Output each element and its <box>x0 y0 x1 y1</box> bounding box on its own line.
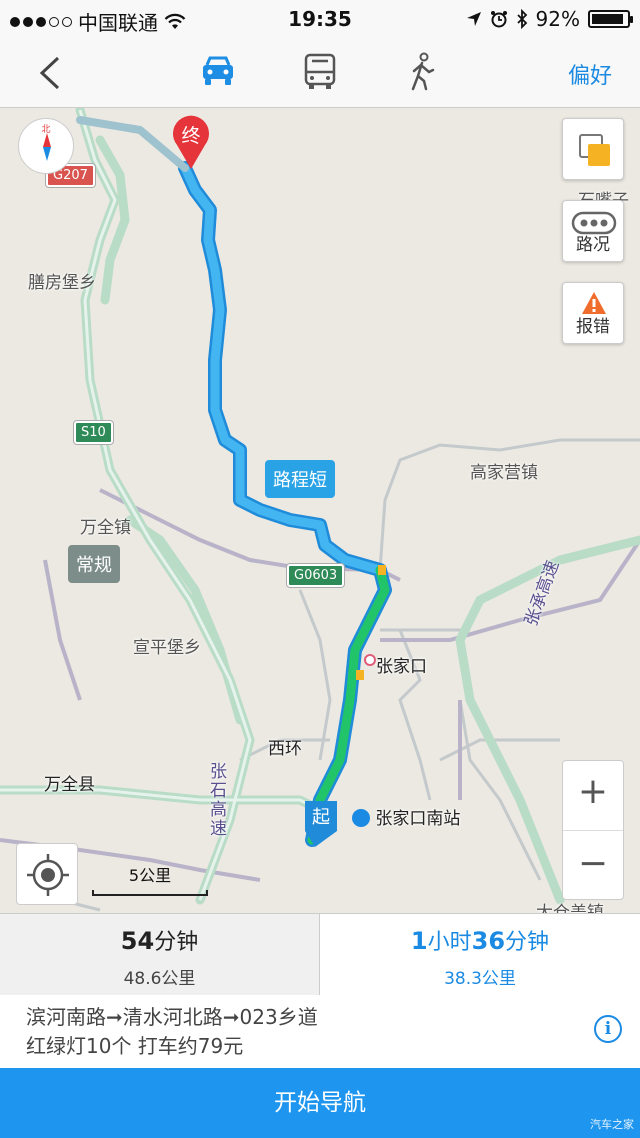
crosshair-icon <box>27 854 69 896</box>
map-label-dahezhen: 大仓盖镇 <box>536 903 604 914</box>
destination-pin: 终 <box>171 115 211 171</box>
map-label-wanquan-xian: 万全县 <box>44 775 95 795</box>
map-scale: 5公里 <box>92 862 208 896</box>
location-arrow-icon <box>466 12 481 26</box>
info-icon[interactable]: i <box>594 1015 622 1043</box>
road-shield-s10: S10 <box>74 421 113 444</box>
route-roads: 滨河南路➞清水河北路➞023乡道 <box>26 1005 318 1029</box>
road-shield-g0603: G0603 <box>287 564 345 587</box>
map-label-zhangjiakou: 张家口 <box>376 657 427 677</box>
traffic-button[interactable]: 路况 <box>562 200 624 262</box>
route-tag-luchengduan[interactable]: 路程短 <box>265 460 335 498</box>
route-options: 54分钟 48.6公里 1小时36分钟 38.3公里 <box>0 913 640 996</box>
bus-icon[interactable] <box>300 52 340 92</box>
layers-icon <box>579 134 610 166</box>
route-tag-changgui[interactable]: 常规 <box>68 545 120 583</box>
battery-percent: 92% <box>535 7 580 31</box>
map-view[interactable]: 膳房堡乡 万全镇 宣平堡乡 万全县 高家营镇 张家口 西环 张石高速 张承高速 … <box>0 108 640 914</box>
map-label-xuanping: 宣平堡乡 <box>133 638 201 658</box>
route-option-1[interactable]: 54分钟 48.6公里 <box>0 914 320 996</box>
zoom-control: + − <box>562 760 624 900</box>
start-navigation-button[interactable]: 开始导航 <box>0 1068 640 1138</box>
map-canvas <box>0 108 640 912</box>
map-label-xihuan: 西环 <box>268 739 302 759</box>
map-label-shanfang: 膳房堡乡 <box>28 273 96 293</box>
locate-me-button[interactable] <box>16 843 78 905</box>
compass-icon <box>43 133 51 161</box>
train-station-icon <box>352 809 370 827</box>
alarm-icon <box>490 11 507 28</box>
map-label-zhangshi: 张石高速 <box>210 762 227 839</box>
back-button[interactable] <box>36 56 66 90</box>
map-label-gaojiaying: 高家营镇 <box>470 463 538 483</box>
battery-icon <box>588 10 633 28</box>
bluetooth-icon <box>516 9 527 29</box>
map-label-wanquan-zhen: 万全镇 <box>80 518 131 538</box>
nav-bar: 偏好 <box>0 38 640 108</box>
preferences-button[interactable]: 偏好 <box>568 58 612 90</box>
car-icon[interactable] <box>198 52 238 92</box>
walk-icon[interactable] <box>402 52 442 92</box>
route-details: 滨河南路➞清水河北路➞023乡道 红绿灯10个 打车约79元 i <box>0 995 640 1068</box>
zoom-in-button[interactable]: + <box>563 771 623 812</box>
zoom-out-button[interactable]: − <box>563 843 623 884</box>
compass-button[interactable]: 北 <box>18 118 74 174</box>
status-bar: 中国联通 19:35 92% <box>0 0 640 38</box>
watermark: 汽车之家 <box>590 1118 634 1131</box>
route-option-2[interactable]: 1小时36分钟 38.3公里 <box>320 914 640 996</box>
route-extra: 红绿灯10个 打车约79元 <box>26 1034 244 1058</box>
layers-button[interactable] <box>562 118 624 180</box>
origin-pin: 起 <box>303 799 339 849</box>
map-label-south-station: 张家口南站 <box>352 804 460 829</box>
report-error-button[interactable]: 报错 <box>562 282 624 344</box>
